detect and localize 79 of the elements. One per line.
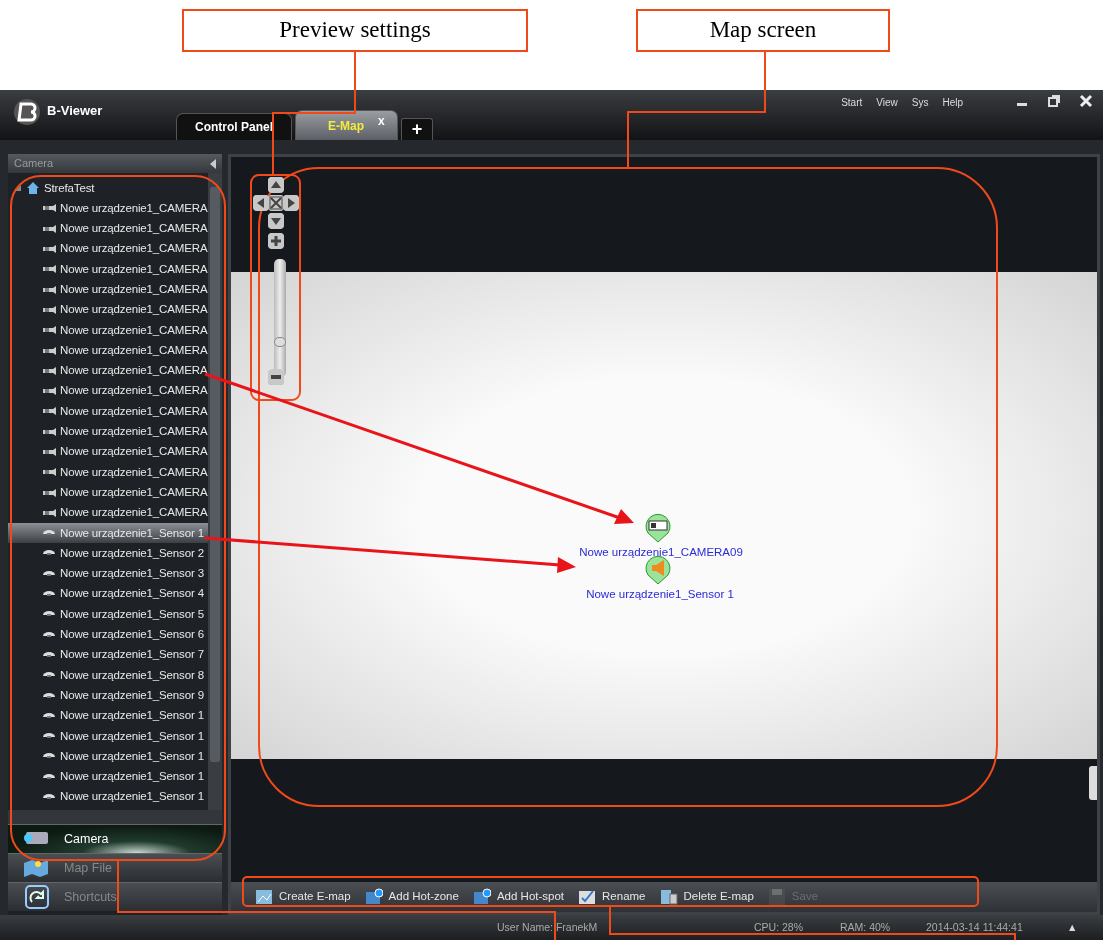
tree-item[interactable]: Nowe urządzenie1_CAMERA [8,502,208,524]
center-icon[interactable] [268,195,284,211]
menu-item[interactable]: Sys [911,95,929,110]
add-icon [472,888,491,906]
callout-label: Preview settings [182,9,528,52]
tree-item[interactable]: Nowe urządzenie1_Sensor 1 [8,705,208,726]
expanded-icon[interactable] [14,184,22,193]
tree-item[interactable]: Nowe urządzenie1_CAMERA [8,360,208,381]
callout-label: Map screen [636,9,890,52]
tree-item[interactable]: Nowe urządzenie1_Sensor 1 [8,523,208,544]
logo-icon [12,98,42,126]
panel-handle[interactable] [1089,766,1097,800]
tree-item[interactable]: Nowe urządzenie1_CAMERA [8,340,208,361]
menu-item[interactable]: Start [841,95,863,110]
restore-icon[interactable] [1047,94,1061,108]
tree-item[interactable]: Nowe urządzenie1_Sensor 1 [8,746,208,767]
toolbar-button[interactable]: Create E-map [255,888,351,906]
tree-item[interactable]: Nowe urządzenie1_Sensor 4 [8,583,208,605]
collapse-icon[interactable] [210,158,216,169]
timestamp: 2014-03-14 11:44:41 [926,919,1023,935]
tree-item[interactable]: Nowe urządzenie1_Sensor 1 [8,786,208,808]
close-icon[interactable]: x [378,111,385,130]
pin-label: Nowe urządzenie1_CAMERA09 [579,545,743,560]
tree-item[interactable]: Nowe urządzenie1_Sensor 7 [8,644,208,666]
app-title: B-Viewer [47,102,103,120]
camera-pin-icon[interactable] [644,513,672,543]
tree-item[interactable]: Nowe urządzenie1_CAMERA [8,299,208,321]
tree-item[interactable]: Nowe urządzenie1_CAMERA [8,238,208,260]
tree-item[interactable]: Nowe urządzenie1_CAMERA [8,218,208,239]
tree-item[interactable]: Nowe urządzenie1_CAMERA [8,462,208,483]
tree-item[interactable]: Nowe urządzenie1_CAMERA [8,441,208,463]
menu-item[interactable]: View [876,95,898,110]
tree-item[interactable]: Nowe urządzenie1_Sensor 1 [8,766,208,787]
tree-item[interactable]: Nowe urządzenie1_Sensor 8 [8,665,208,686]
tree-item[interactable]: Nowe urządzenie1_Sensor 3 [8,563,208,584]
tree-item[interactable]: StrefaTest [8,178,208,199]
toolbar-button[interactable]: Delete E-map [659,888,754,906]
add-icon [364,888,383,906]
tree-item[interactable]: Nowe urządzenie1_Sensor 2 [8,543,208,564]
tree-item[interactable]: Nowe urządzenie1_Sensor 9 [8,685,208,706]
scroll-thumb[interactable] [210,187,220,762]
toolbar-button[interactable]: Rename [578,888,646,906]
tree-item[interactable]: Nowe urządzenie1_CAMERA [8,198,208,219]
close-icon[interactable] [1079,94,1093,108]
section-button[interactable]: Camera [8,824,222,853]
toolbar-button[interactable]: Add Hot-zone [364,888,459,906]
vertical-scrollbar[interactable] [208,173,222,810]
add-tab-button[interactable]: + [400,118,434,140]
tree-item[interactable]: Nowe urządzenie1_CAMERA [8,259,208,280]
tree-item[interactable]: Nowe urządzenie1_CAMERA [8,380,208,402]
checkmark-icon [578,888,597,906]
refresh-icon [22,884,52,910]
tree-item[interactable]: Nowe urządzenie1_CAMERA [8,279,208,300]
tree-item[interactable]: Nowe urządzenie1_CAMERA [8,401,208,422]
pan-left-icon[interactable] [253,195,269,211]
tab[interactable]: E-Map x [295,110,398,140]
user-name: User Name: FranekM [497,919,598,935]
tree-item[interactable]: Nowe urządzenie1_CAMERA [8,482,208,503]
tree-item[interactable]: Nowe urządzenie1_Sensor 5 [8,604,208,625]
expand-toggle[interactable]: ▲ [1067,919,1078,936]
ram-usage: RAM: 40% [840,919,891,935]
pan-up-icon[interactable] [268,177,284,193]
zoom-out-icon[interactable] [268,369,284,385]
pin-label: Nowe urządzenie1_Sensor 1 [586,587,734,602]
zoom-slider[interactable] [274,259,286,377]
cpu-usage: CPU: 28% [754,919,804,935]
pan-right-icon[interactable] [283,195,299,211]
tab[interactable]: Control Panel [176,113,292,140]
menu-item[interactable]: Help [942,95,963,110]
zoom-in-icon[interactable] [268,233,284,249]
tree-item[interactable]: Nowe urządzenie1_Sensor 6 [8,624,208,645]
tree-item[interactable]: Nowe urządzenie1_CAMERA [8,421,208,442]
panel-title: Camera [14,156,54,172]
pan-down-icon[interactable] [268,213,284,229]
tree-item[interactable]: Nowe urządzenie1_Sensor 1 [8,726,208,747]
toolbar-button[interactable]: Add Hot-spot [472,888,565,906]
horizontal-scrollbar[interactable] [8,810,222,824]
tree-item[interactable]: Nowe urządzenie1_CAMERA [8,320,208,341]
home-icon [26,181,40,196]
